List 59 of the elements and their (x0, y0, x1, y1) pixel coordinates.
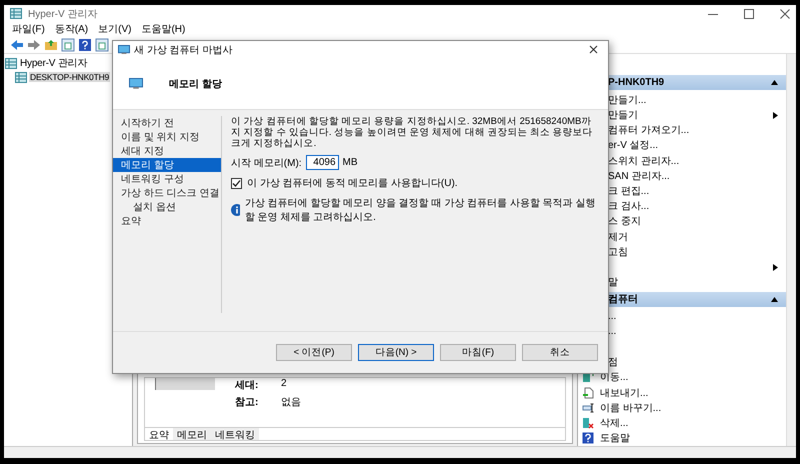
action-item[interactable]: 삭제... (578, 415, 786, 431)
close-button[interactable] (780, 8, 790, 18)
action-item[interactable]: 이름 바꾸기... (578, 400, 786, 416)
folder-icon[interactable] (44, 38, 58, 50)
page-heading: 메모리 할당 (169, 78, 222, 90)
detail-label: 참고: (235, 396, 260, 409)
wizard-button[interactable]: 취소 (522, 344, 598, 361)
wizard-step[interactable]: 세대 지정 (113, 144, 221, 158)
delete-icon (582, 417, 594, 430)
info-icon (231, 204, 240, 216)
field-label: 시작 메모리(M): (231, 156, 302, 170)
wizard-step[interactable]: 가상 하드 디스크 연결 (113, 186, 221, 200)
maximize-button[interactable] (744, 8, 754, 18)
description-text: 이 가상 컴퓨터에 할당할 메모리 용량을 지정하십시오. 32MB에서 251658240MB까지 지정할 수 있습니다. 성능을 높이려면 운영 체제에 대해 권장되는 최소 용량보다 크게 지정하십시오. (231, 116, 594, 149)
info-text: 가상 컴퓨터에 할당할 메모리 양을 결정할 때 가상 컴퓨터를 사용할 목적과 실행할 운영 체제를 고려하십시오. (244, 197, 596, 224)
menu-item[interactable]: 파일(F) (12, 22, 45, 36)
checkbox-label: 이 가상 컴퓨터에 동적 메모리를 사용합니다(U). (247, 177, 458, 190)
wizard-button[interactable]: 마침(F) (440, 344, 516, 361)
collapse-arrow-icon (771, 80, 778, 86)
wizard-button[interactable]: < 이전(P) (276, 344, 352, 361)
tree-item[interactable]: DESKTOP-HNK0TH9 (29, 72, 110, 82)
pane-icon[interactable] (61, 38, 75, 52)
server-icon (15, 72, 27, 82)
action-item[interactable]: 도움말 (578, 430, 786, 446)
wizard-step[interactable]: 요약 (113, 214, 221, 228)
wizard-step[interactable]: 설치 옵션 (113, 200, 221, 214)
wizard-step[interactable]: 시작하기 전 (113, 116, 221, 130)
tab[interactable]: 네트워킹 (211, 428, 259, 440)
tree-item[interactable]: Hyper-V 관리자 (19, 56, 88, 70)
rename-icon (582, 402, 594, 414)
collapse-arrow-icon (771, 296, 778, 302)
menu-item[interactable]: 동작(A) (54, 22, 88, 36)
unit-label: MB (342, 157, 358, 168)
wizard-step[interactable]: 네트워킹 구성 (113, 172, 221, 186)
menu-item[interactable]: 보기(V) (98, 22, 132, 36)
detail-value: 2 (281, 378, 288, 391)
detail-label: 세대: (235, 379, 260, 392)
document-arrow-icon (582, 386, 594, 399)
menu-item[interactable]: 도움말(H) (141, 22, 186, 36)
wizard-step[interactable]: 메모리 할당 (113, 158, 221, 172)
forward-icon[interactable] (27, 38, 41, 50)
monitor-icon (129, 78, 143, 90)
monitor-icon (118, 44, 130, 54)
server-icon (5, 58, 17, 68)
detail-value: 없음 (281, 396, 301, 409)
close-button[interactable] (589, 44, 599, 54)
wizard-button[interactable]: 다음(N) > (358, 344, 434, 361)
checkbox[interactable] (231, 178, 242, 188)
app-icon (10, 8, 22, 19)
memory-input[interactable]: 4096 (306, 155, 339, 170)
dialog-title: 새 가상 컴퓨터 마법사 (134, 44, 232, 56)
thumbnail-placeholder (155, 378, 215, 390)
tab[interactable]: 메모리 (173, 428, 211, 440)
action-item[interactable]: 내보내기... (578, 385, 786, 400)
help-icon[interactable] (78, 38, 92, 52)
wizard-step[interactable]: 이름 및 위치 지정 (113, 130, 221, 144)
back-icon[interactable] (10, 38, 24, 50)
window-title: Hyper-V 관리자 (28, 8, 98, 20)
pane-icon[interactable] (95, 38, 109, 52)
